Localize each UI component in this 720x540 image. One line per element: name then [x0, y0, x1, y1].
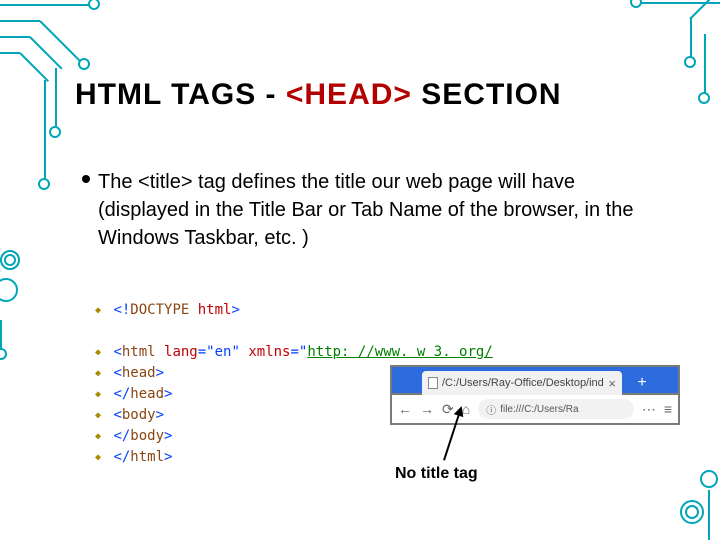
reload-icon[interactable]: ⟳	[442, 401, 454, 418]
code-line: ◆ <html lang="en" xmlns="http: //www. w …	[95, 342, 493, 363]
browser-tab-bar: /C:/Users/Ray-Office/Desktop/ind × +	[390, 365, 680, 395]
heading-red: <HEAD>	[286, 78, 412, 111]
menu-icon[interactable]: ≡	[664, 401, 672, 417]
close-icon[interactable]: ×	[608, 376, 616, 391]
url-bar[interactable]: ⓘ file:///C:/Users/Ra	[478, 399, 634, 419]
slide-heading: HTML TAGS - <HEAD> SECTION	[75, 78, 562, 112]
bullet-icon	[82, 175, 90, 183]
forward-icon[interactable]: →	[420, 401, 434, 417]
file-icon	[428, 377, 438, 389]
heading-part3: SECTION	[412, 78, 562, 111]
new-tab-button[interactable]: +	[632, 373, 652, 393]
code-line: ◆ <!DOCTYPE html>	[95, 300, 493, 321]
caption-label: No title tag	[395, 465, 478, 483]
browser-toolbar: ← → ⟳ ⌂ ⓘ file:///C:/Users/Ra ⋯ ≡	[390, 395, 680, 425]
tab-title: /C:/Users/Ray-Office/Desktop/ind	[442, 377, 604, 389]
more-icon[interactable]: ⋯	[642, 401, 656, 418]
heading-part1: HTML TAGS -	[75, 78, 286, 111]
body-paragraph: The <title> tag defines the title our we…	[98, 168, 668, 252]
info-icon: ⓘ	[486, 402, 496, 417]
code-line: ◆ </body>	[95, 426, 493, 447]
back-icon[interactable]: ←	[398, 401, 412, 417]
browser-tab[interactable]: /C:/Users/Ray-Office/Desktop/ind ×	[422, 371, 622, 395]
url-text: file:///C:/Users/Ra	[500, 404, 578, 415]
